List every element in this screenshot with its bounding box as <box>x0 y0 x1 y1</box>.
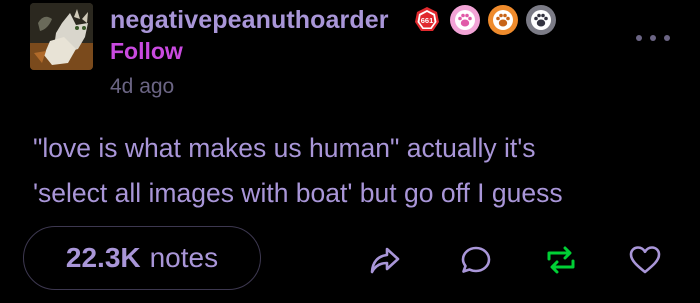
avatar[interactable] <box>30 3 93 70</box>
badge-counter-text: 661 <box>421 16 434 25</box>
post-body: "love is what makes us human" actually i… <box>33 126 683 216</box>
dot <box>650 35 656 41</box>
post-card: negativepeanuthoarder 661 Follow 4d ago … <box>0 0 700 303</box>
reply-icon[interactable] <box>456 240 496 280</box>
more-dots-icon[interactable] <box>636 30 670 46</box>
paw-badge-pink-icon[interactable] <box>450 5 480 35</box>
post-timestamp: 4d ago <box>110 75 175 98</box>
badge-row: 661 <box>412 5 556 35</box>
paw-badge-gray-icon[interactable] <box>526 5 556 35</box>
dot <box>636 35 642 41</box>
reblog-icon[interactable] <box>541 240 581 280</box>
counter-badge-icon[interactable]: 661 <box>412 5 442 35</box>
post-body-line: 'select all images with boat' but go off… <box>33 178 563 208</box>
follow-button[interactable]: Follow <box>110 38 183 65</box>
post-body-line: "love is what makes us human" actually i… <box>33 133 536 163</box>
username[interactable]: negativepeanuthoarder <box>110 6 389 35</box>
notes-button[interactable]: 22.3K notes <box>23 226 261 290</box>
share-icon[interactable] <box>365 240 405 280</box>
paw-badge-orange-icon[interactable] <box>488 5 518 35</box>
dot <box>664 35 670 41</box>
heart-icon[interactable] <box>625 240 665 280</box>
cat-avatar-icon <box>30 3 93 70</box>
notes-label: notes <box>149 242 219 273</box>
notes-count: 22.3K <box>65 242 141 273</box>
